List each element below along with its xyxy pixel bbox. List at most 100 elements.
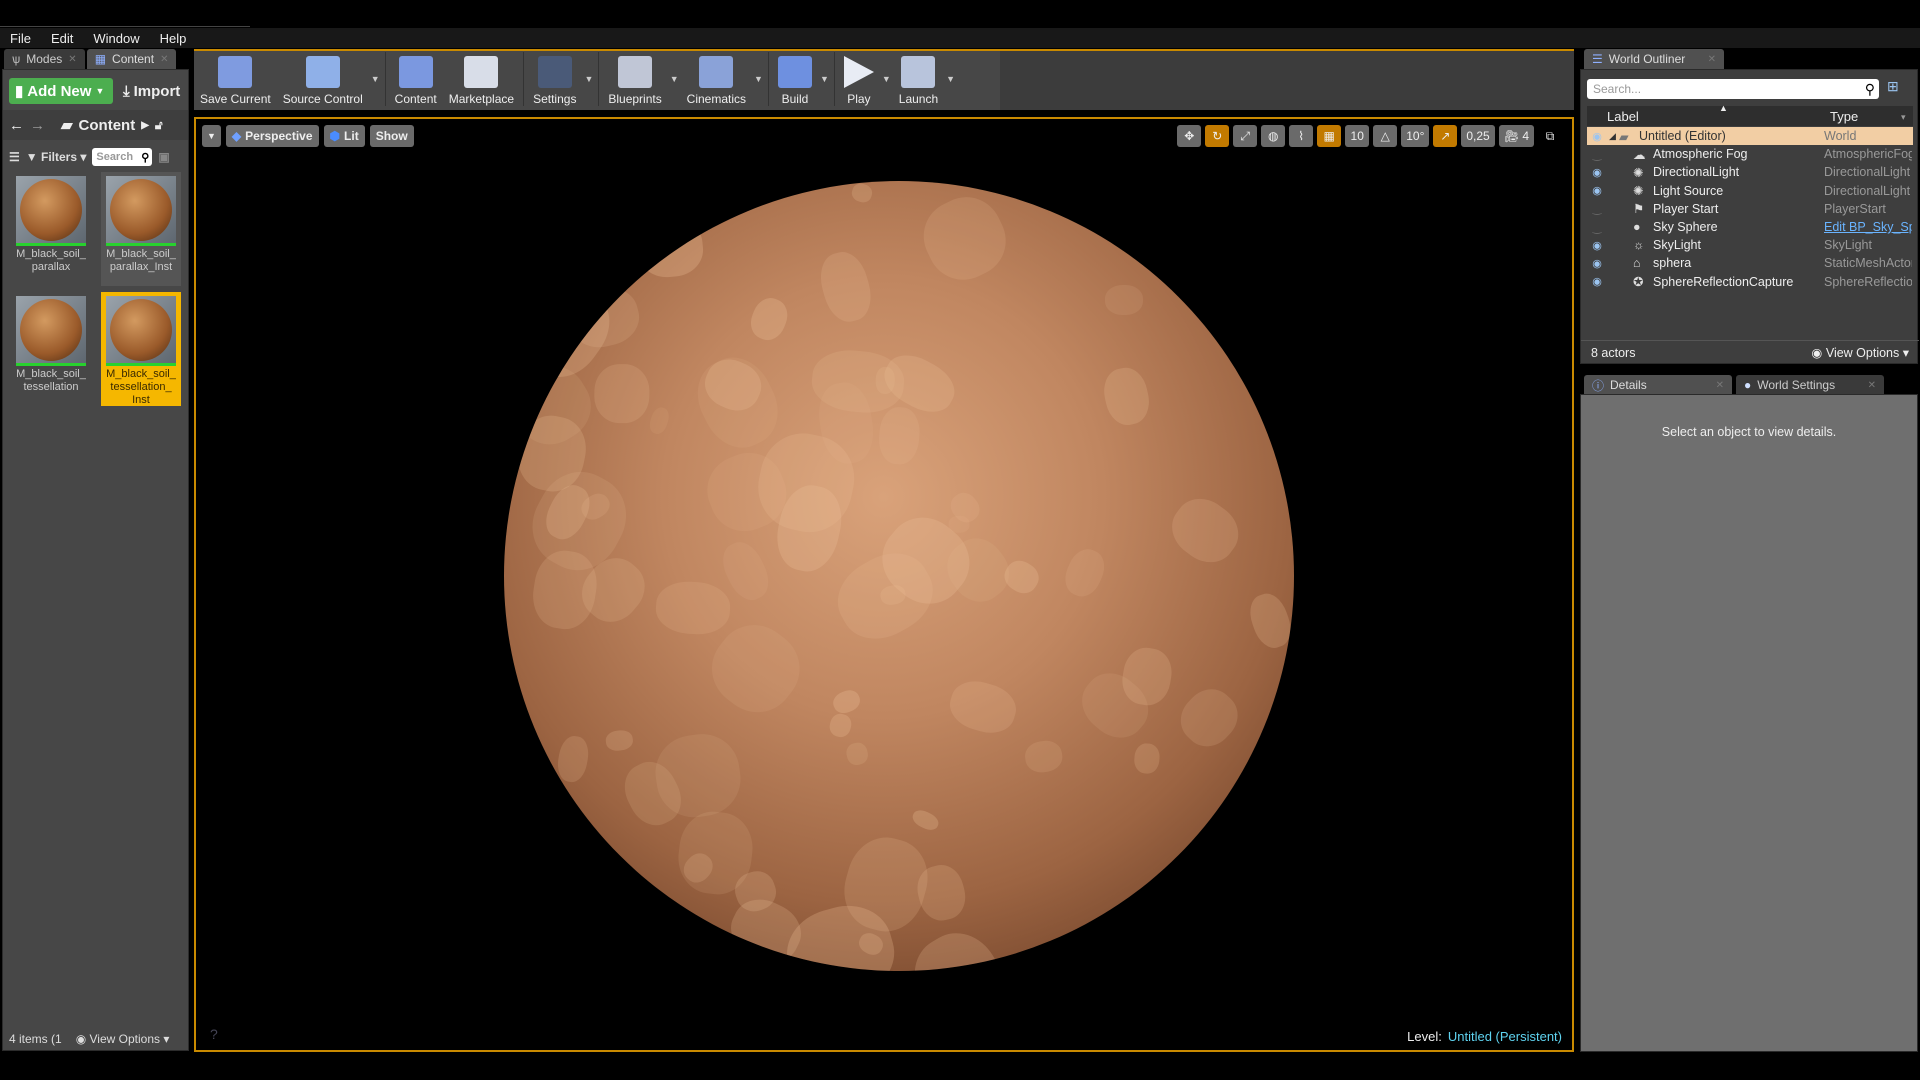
view-options-button[interactable]: ◉ View Options ▾ <box>1811 345 1909 360</box>
outliner-row[interactable]: ◉ ◢ ▰ Untitled (Editor) World <box>1587 127 1913 145</box>
content-button[interactable]: Content <box>389 56 443 106</box>
collapse-icon[interactable]: ◢ <box>1609 131 1616 142</box>
outliner-row[interactable]: ‿ ⚑ Player Start PlayerStart <box>1587 200 1913 218</box>
column-label[interactable]: Label <box>1607 109 1639 124</box>
translate-icon[interactable]: ✥ <box>1177 125 1202 147</box>
launch-button[interactable]: Launch <box>893 56 944 106</box>
close-icon[interactable]: ✕ <box>1868 380 1876 391</box>
outliner-row[interactable]: ‿ ● Sky Sphere Edit BP_Sky_Sphere <box>1587 218 1913 236</box>
sources-toggle-icon[interactable]: ☰ <box>9 150 20 164</box>
viewport-menu-button[interactable]: ▼ <box>202 125 221 147</box>
chevron-down-icon[interactable]: ▼ <box>371 74 380 84</box>
chevron-right-icon[interactable]: ▶ <box>141 120 149 131</box>
column-options-icon[interactable]: ▾ <box>1901 112 1906 123</box>
settings-button[interactable]: Settings <box>527 56 582 106</box>
import-button[interactable]: ⤓ Import <box>123 78 180 104</box>
outliner-row[interactable]: ◉ ✺ DirectionalLight DirectionalLight <box>1587 163 1913 181</box>
outliner-row[interactable]: ◉ ☼ SkyLight SkyLight <box>1587 236 1913 254</box>
cinematics-button[interactable]: Cinematics <box>681 56 752 106</box>
rotation-snap-icon[interactable]: △ <box>1373 125 1398 147</box>
eye-icon[interactable]: ◉ <box>1587 184 1607 197</box>
chevron-down-icon[interactable]: ▼ <box>820 74 829 84</box>
outliner-search-input[interactable]: Search... ⚲ <box>1587 79 1879 99</box>
forward-icon[interactable]: → <box>30 117 45 134</box>
build-button[interactable]: Build <box>772 56 818 106</box>
actor-label: DirectionalLight <box>1653 165 1740 180</box>
camera-speed-button[interactable]: 🎥︎ 4 <box>1498 125 1534 147</box>
scale-snap-icon[interactable]: ↗ <box>1433 125 1458 147</box>
eye-closed-icon[interactable]: ‿ <box>1587 221 1607 234</box>
surface-detail <box>899 918 1020 971</box>
menu-edit[interactable]: Edit <box>51 31 73 46</box>
asset-search-input[interactable]: Search ⚲ <box>92 148 153 166</box>
player-start-icon: ⚑ <box>1633 202 1645 217</box>
blueprints-button[interactable]: Blueprints <box>602 56 667 106</box>
grid-snap-value[interactable]: 10 <box>1345 125 1370 147</box>
back-icon[interactable]: ← <box>9 117 24 134</box>
menu-window[interactable]: Window <box>93 31 139 46</box>
add-new-button[interactable]: ▮ Add New ▼ <box>9 78 113 104</box>
chevron-down-icon[interactable]: ▼ <box>946 74 955 84</box>
eye-icon[interactable]: ◉ <box>1587 275 1607 288</box>
eye-closed-icon[interactable]: ‿ <box>1587 202 1607 215</box>
scale-icon[interactable]: ⤢ <box>1233 125 1258 147</box>
tab-details[interactable]: ⓘ Details ✕ <box>1584 375 1732 395</box>
close-icon[interactable]: ✕ <box>68 54 76 65</box>
chevron-down-icon[interactable]: ▼ <box>670 74 679 84</box>
close-icon[interactable]: ✕ <box>1716 380 1724 391</box>
chevron-down-icon[interactable]: ▼ <box>754 74 763 84</box>
menu-file[interactable]: File <box>10 31 31 46</box>
filters-button[interactable]: ▼ Filters ▾ <box>26 150 87 164</box>
scale-snap-value[interactable]: 0,25 <box>1461 125 1495 147</box>
asset-tile[interactable]: M_black_soil_ parallax_Inst <box>101 172 181 286</box>
menu-help[interactable]: Help <box>160 31 187 46</box>
eye-closed-icon[interactable]: ‿ <box>1587 148 1607 161</box>
close-icon[interactable]: ✕ <box>160 54 168 65</box>
asset-tile-selected[interactable]: M_black_soil_ tessellation_ Inst <box>101 292 181 406</box>
world-local-icon[interactable]: ◍ <box>1261 125 1286 147</box>
eye-icon[interactable]: ◉ <box>1587 130 1607 143</box>
chevron-down-icon[interactable]: ▼ <box>882 74 891 84</box>
close-icon[interactable]: ✕ <box>1708 54 1716 65</box>
grid-snap-icon[interactable]: ▦ <box>1317 125 1342 147</box>
show-button[interactable]: Show <box>369 125 414 147</box>
surface-detail <box>593 363 650 425</box>
outliner-row[interactable]: ‿ ☁ Atmospheric Fog AtmosphericFog <box>1587 145 1913 163</box>
eye-icon[interactable]: ◉ <box>1587 239 1607 252</box>
surface-detail <box>1023 738 1065 775</box>
play-button[interactable]: Play <box>838 56 880 106</box>
outliner-row[interactable]: ◉ ⌂ sphera StaticMeshActor <box>1587 254 1913 272</box>
toolbar-label: Save Current <box>200 92 271 106</box>
edit-blueprint-link[interactable]: Edit BP_Sky_Sphere <box>1824 220 1912 234</box>
maximize-icon[interactable]: ⧉ <box>1538 125 1562 147</box>
path-content[interactable]: Content <box>79 117 136 134</box>
tab-modes[interactable]: ѱ Modes ✕ <box>4 49 85 69</box>
column-type[interactable]: Type <box>1830 109 1858 124</box>
lit-button[interactable]: ⬢ Lit <box>323 125 365 147</box>
save-icon[interactable]: ▣ <box>158 150 169 164</box>
lock-icon[interactable]: 🔓︎ <box>155 118 163 133</box>
asset-tile[interactable]: M_black_soil_ parallax <box>11 172 91 286</box>
source-control-button[interactable]: Source Control <box>277 56 369 106</box>
eye-icon[interactable]: ◉ <box>1587 166 1607 179</box>
view-options-button[interactable]: ◉ View Options ▾ <box>76 1032 170 1046</box>
tab-content[interactable]: ▦ Content ✕ <box>86 49 177 69</box>
rotate-icon[interactable]: ↻ <box>1205 125 1230 147</box>
tab-world-outliner[interactable]: ☰ World Outliner ✕ <box>1584 49 1724 69</box>
eye-icon[interactable]: ◉ <box>1587 257 1607 270</box>
rotation-snap-value[interactable]: 10° <box>1401 125 1430 147</box>
tab-world-settings[interactable]: ● World Settings ✕ <box>1736 375 1884 395</box>
asset-tile[interactable]: M_black_soil_ tessellation <box>11 292 91 406</box>
marketplace-button[interactable]: Marketplace <box>443 56 520 106</box>
surface-snap-icon[interactable]: ⌇ <box>1289 125 1314 147</box>
outliner-row[interactable]: ◉ ✪ SphereReflectionCapture SphereReflectio… <box>1587 273 1913 291</box>
surface-detail <box>1058 543 1110 602</box>
build-icon <box>777 56 812 88</box>
help-icon[interactable]: ? <box>210 1026 218 1042</box>
chevron-down-icon[interactable]: ▼ <box>584 74 593 84</box>
level-viewport[interactable]: ▼ ◆ Perspective ⬢ Lit Show ✥ ↻ ⤢ ◍ ⌇ ▦ 10 … <box>194 117 1574 1052</box>
add-folder-icon[interactable]: ⊞ <box>1887 78 1899 95</box>
save-current-button[interactable]: Save Current <box>194 56 277 106</box>
perspective-button[interactable]: ◆ Perspective <box>225 125 319 147</box>
outliner-row[interactable]: ◉ ✺ Light Source DirectionalLight <box>1587 182 1913 200</box>
